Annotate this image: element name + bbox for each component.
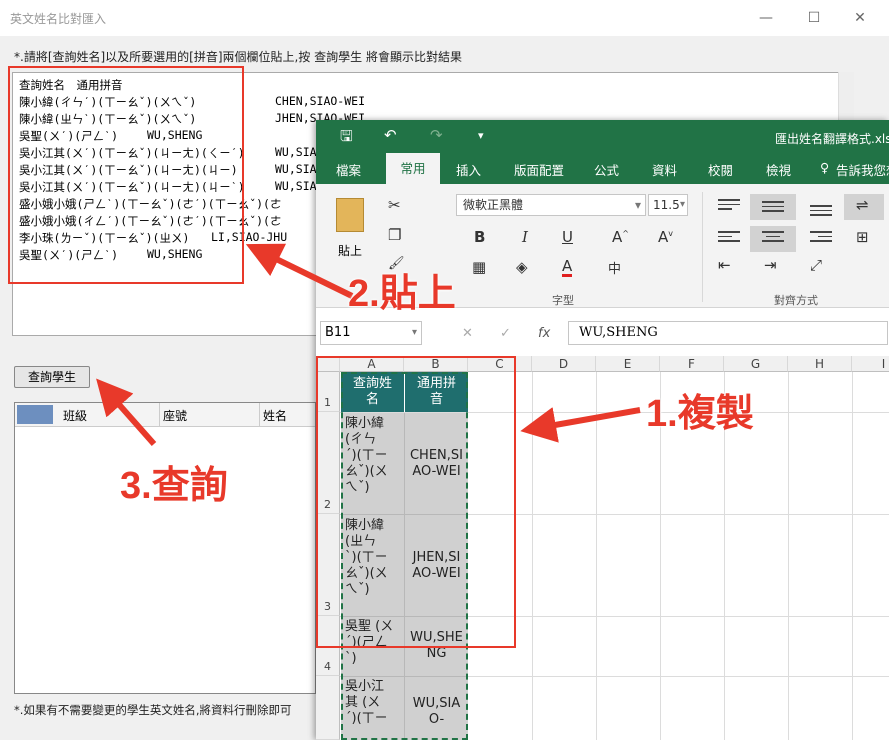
annotation-arrows xyxy=(96,243,641,446)
paste-arrow xyxy=(245,243,354,299)
annotation-paste: 2.貼上 xyxy=(348,273,456,315)
annotation-copy: 1.複製 xyxy=(646,393,754,435)
copy-arrow xyxy=(520,407,641,443)
annotation-query: 3.查詢 xyxy=(120,465,228,507)
query-arrow xyxy=(96,378,157,446)
